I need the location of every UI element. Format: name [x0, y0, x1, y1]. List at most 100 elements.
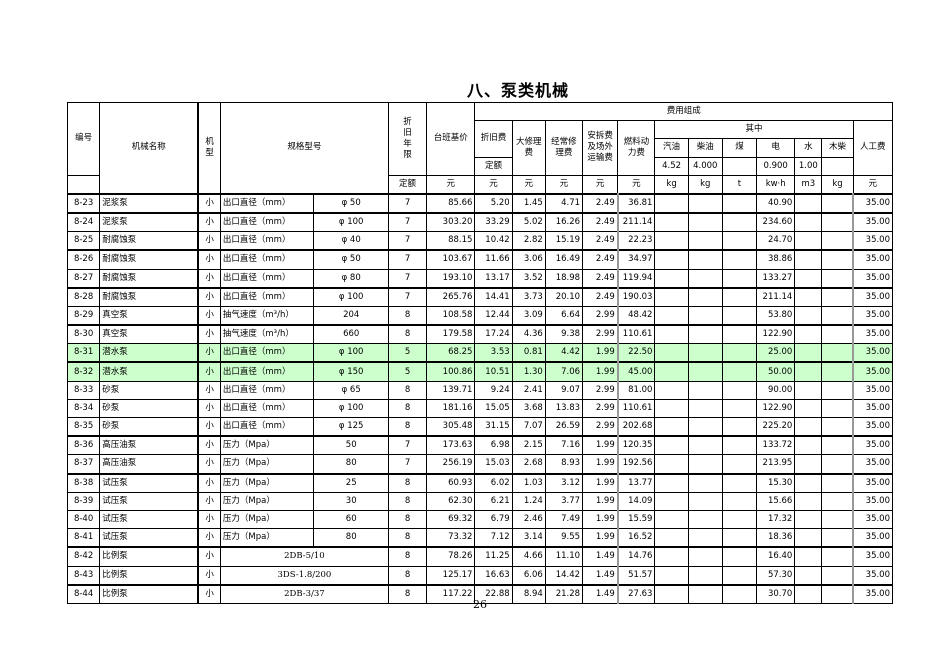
cell-spec-value: 80 — [313, 528, 389, 548]
cell-water — [794, 268, 823, 289]
header-type: 机型 — [197, 101, 221, 195]
cell-wood — [821, 491, 855, 511]
cell-major: 3.68 — [511, 398, 546, 419]
cell-type: 小 — [197, 324, 221, 345]
cell-major: 3.06 — [511, 249, 546, 270]
cell-spec-value: φ 65 — [313, 380, 389, 400]
cell-spec-value: 80 — [313, 454, 389, 475]
header-labor: 人工费 — [852, 120, 894, 176]
cell-regular: 20.10 — [544, 286, 584, 307]
price-wood — [821, 156, 854, 176]
cell-diesel — [687, 380, 723, 400]
cell-base: 173.63 — [426, 435, 476, 456]
cell-fuel: 45.00 — [617, 361, 656, 382]
cell-base: 139.71 — [426, 380, 476, 400]
cell-labor: 35.00 — [852, 546, 894, 567]
cell-coal — [721, 454, 758, 475]
cell-wood — [821, 343, 855, 363]
pump-machinery-cost-table: 编号 机械名称 机型 规格型号 折旧年限 台班基价 费用组成 折旧费 大修理费 … — [66, 101, 894, 604]
cell-regular: 18.98 — [544, 268, 584, 289]
cell-spec-label: 出口直径（mm） — [219, 417, 315, 437]
table-row: 8-31 潜水泵小出口直径（mm） φ 100 5 68.25 3.53 0.81 4.42 1… — [66, 343, 894, 363]
table-body: 8-23 泥浆泵小出口直径（mm） φ 50 7 85.66 5.20 1.45 4.71 2.… — [66, 192, 894, 604]
unit-wood: kg — [821, 174, 854, 195]
cell-coal — [721, 211, 758, 233]
cell-wood — [821, 417, 855, 437]
cell-dep: 15.05 — [474, 398, 513, 419]
cell-type: 小 — [197, 435, 221, 456]
cell-coal — [721, 231, 758, 251]
cell-water — [794, 435, 823, 456]
cell-years: 8 — [387, 491, 428, 511]
cell-electric: 213.95 — [756, 454, 796, 475]
cell-fuel: 51.57 — [617, 565, 656, 586]
cell-years: 8 — [387, 472, 428, 493]
table-row: 8-29 真空泵小抽气速度（m³/h） 204 8 108.58 12.44 3.09 6.6… — [66, 305, 894, 326]
cell-regular: 7.16 — [544, 435, 584, 456]
cell-coal — [721, 361, 758, 382]
cell-water — [794, 211, 823, 233]
cell-type: 小 — [197, 249, 221, 270]
cell-wood — [821, 286, 855, 307]
cell-type: 小 — [197, 491, 221, 511]
cell-type: 小 — [197, 361, 221, 382]
cell-spec: 2DB-5/10 — [219, 546, 389, 567]
cell-spec-value: φ 80 — [313, 268, 389, 289]
cell-fuel: 190.03 — [617, 286, 656, 307]
cell-regular: 4.71 — [544, 192, 584, 214]
cell-labor: 35.00 — [852, 491, 894, 511]
cell-water — [794, 231, 823, 251]
cell-regular: 7.06 — [544, 361, 584, 382]
cell-regular: 16.49 — [544, 249, 584, 270]
cell-base: 265.76 — [426, 286, 476, 307]
cell-regular: 3.12 — [544, 472, 584, 493]
cell-type: 小 — [197, 417, 221, 437]
cell-install: 2.99 — [582, 305, 619, 326]
header-regular-repair: 经常修理费 — [544, 120, 584, 176]
cell-install: 2.49 — [582, 192, 619, 214]
cell-major: 2.15 — [511, 435, 546, 456]
cell-dep: 31.15 — [474, 417, 513, 437]
cell-install: 2.49 — [582, 249, 619, 270]
cell-spec-value: φ 40 — [313, 231, 389, 251]
cell-type: 小 — [197, 509, 221, 530]
cell-name: 泥浆泵 — [99, 211, 199, 233]
cell-electric: 25.00 — [756, 343, 796, 363]
cell-name: 试压泵 — [99, 491, 199, 511]
cell-name: 砂泵 — [99, 398, 199, 419]
cell-diesel — [687, 398, 723, 419]
cell-water — [794, 286, 823, 307]
cell-install: 1.99 — [582, 491, 619, 511]
cell-diesel — [687, 528, 723, 548]
cell-spec-label: 压力（Mpa） — [219, 509, 315, 530]
cell-gasoline — [654, 528, 689, 548]
cell-diesel — [687, 565, 723, 586]
header-wood: 木柴 — [821, 138, 854, 158]
cell-name: 试压泵 — [99, 472, 199, 493]
cell-install: 1.49 — [582, 565, 619, 586]
cell-fuel: 15.59 — [617, 509, 656, 530]
cell-electric: 50.00 — [756, 361, 796, 382]
cell-major: 4.36 — [511, 324, 546, 345]
cell-dep: 10.51 — [474, 361, 513, 382]
cell-fuel: 36.81 — [617, 192, 656, 214]
unit-labor: 元 — [852, 174, 894, 195]
unit-code — [66, 174, 101, 195]
cell-years: 5 — [387, 343, 428, 363]
cell-coal — [721, 268, 758, 289]
unit-years: 定额 — [387, 174, 428, 195]
cell-spec-value: 204 — [313, 305, 389, 326]
cell-years: 8 — [387, 528, 428, 548]
cell-spec-label: 出口直径（mm） — [219, 192, 315, 214]
cell-dep: 11.25 — [474, 546, 513, 567]
cell-fuel: 110.61 — [617, 324, 656, 345]
cell-diesel — [687, 249, 723, 270]
cell-install: 2.99 — [582, 380, 619, 400]
cell-code: 8-41 — [66, 528, 101, 548]
cell-gasoline — [654, 380, 689, 400]
cell-water — [794, 417, 823, 437]
cell-spec-value: φ 100 — [313, 343, 389, 363]
cell-gasoline — [654, 509, 689, 530]
cell-code: 8-25 — [66, 231, 101, 251]
cell-fuel: 120.35 — [617, 435, 656, 456]
